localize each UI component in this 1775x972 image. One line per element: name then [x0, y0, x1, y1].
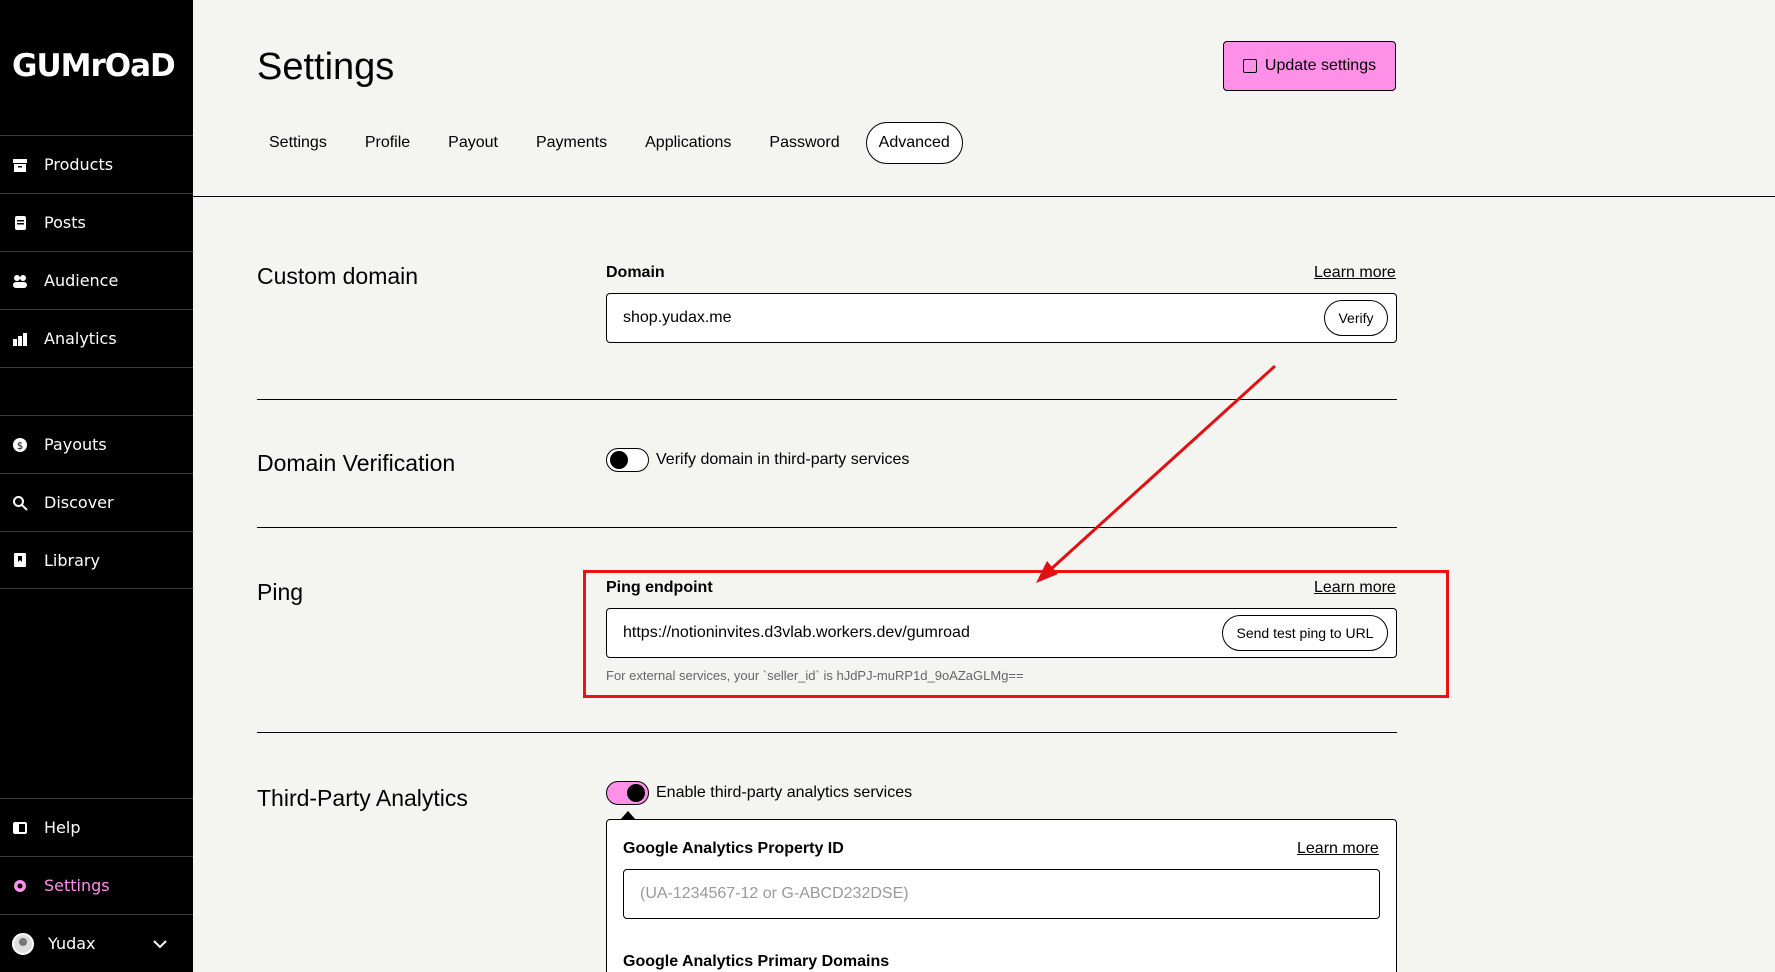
chevron-down-icon[interactable] [153, 934, 167, 953]
settings-tabs: Settings Profile Payout Payments Applica… [257, 122, 977, 164]
sidebar-item-posts[interactable]: Posts [0, 193, 193, 251]
third-party-analytics-label: Enable third-party analytics services [656, 784, 913, 801]
gumroad-logo[interactable]: GUMrOaD [12, 48, 176, 84]
domain-learn-more-link[interactable]: Learn more [1314, 264, 1396, 282]
verify-button[interactable]: Verify [1324, 300, 1388, 336]
verify-domain-label: Verify domain in third-party services [656, 451, 910, 468]
ga-learn-more-link[interactable]: Learn more [1297, 840, 1379, 858]
sidebar-item-audience[interactable]: Audience [0, 251, 193, 309]
ga-property-id-placeholder: (UA-1234567-12 or G-ABCD232DSE) [640, 885, 909, 902]
sidebar-item-payouts[interactable]: $ Payouts [0, 415, 193, 473]
bookmark-icon [12, 552, 28, 568]
save-icon [1242, 59, 1257, 73]
tab-payout[interactable]: Payout [436, 122, 510, 164]
sidebar-item-account[interactable]: Yudax [0, 914, 193, 972]
sidebar-nav: Products Posts Audience Analytics $ Payo… [0, 135, 193, 589]
sidebar-item-products[interactable]: Products [0, 135, 193, 193]
custom-domain-title: Custom domain [257, 263, 419, 289]
toggle-knob [627, 784, 645, 802]
sidebar-item-label: Library [44, 550, 100, 570]
ga-primary-domains-label: Google Analytics Primary Domains [623, 953, 890, 970]
tab-payments[interactable]: Payments [524, 122, 619, 164]
sidebar-item-analytics[interactable]: Analytics [0, 309, 193, 367]
account-name: Yudax [48, 934, 96, 953]
sidebar-item-label: Settings [44, 876, 110, 895]
document-icon [12, 215, 28, 231]
tab-settings[interactable]: Settings [257, 122, 339, 164]
verify-domain-toggle[interactable] [606, 448, 649, 472]
sidebar-item-label: Audience [44, 271, 119, 290]
update-settings-button[interactable]: Update settings [1223, 41, 1396, 91]
search-icon [12, 495, 28, 511]
section-divider [257, 399, 1397, 400]
ping-title: Ping [257, 579, 304, 605]
sidebar: GUMrOaD Products Posts Audience Analytic… [0, 0, 193, 972]
sidebar-item-label: Discover [44, 493, 114, 512]
section-divider [257, 527, 1397, 528]
svg-text:$: $ [17, 441, 23, 452]
page-title: Settings [257, 46, 395, 88]
sidebar-item-label: Products [44, 155, 114, 174]
sidebar-item-label: Payouts [44, 435, 107, 454]
people-icon [12, 273, 28, 289]
sidebar-item-settings[interactable]: Settings [0, 856, 193, 914]
dollar-circle-icon: $ [12, 437, 28, 453]
archive-icon [12, 157, 28, 173]
sidebar-item-discover[interactable]: Discover [0, 473, 193, 531]
toggle-knob [610, 451, 628, 469]
sidebar-item-label: Help [44, 818, 81, 837]
sidebar-item-empty [0, 367, 193, 415]
book-icon [12, 820, 28, 836]
tab-advanced[interactable]: Advanced [865, 122, 963, 164]
domain-input-value: shop.yudax.me [623, 309, 732, 326]
domain-label: Domain [606, 264, 665, 281]
ga-property-id-label: Google Analytics Property ID [623, 840, 844, 857]
tab-password[interactable]: Password [757, 122, 851, 164]
tab-applications[interactable]: Applications [633, 122, 743, 164]
section-divider [257, 732, 1397, 733]
ga-property-id-input[interactable]: (UA-1234567-12 or G-ABCD232DSE) [623, 869, 1380, 919]
sidebar-item-label: Analytics [44, 329, 117, 348]
page-header: Settings Update settings Settings Profil… [193, 0, 1775, 197]
domain-verification-title: Domain Verification [257, 450, 456, 476]
third-party-analytics-title: Third-Party Analytics [257, 785, 468, 811]
gear-icon [12, 878, 28, 894]
google-analytics-panel: Google Analytics Property ID Learn more … [606, 819, 1397, 972]
bar-chart-icon [12, 331, 28, 347]
annotation-highlight-box [583, 570, 1449, 698]
avatar [12, 932, 34, 955]
tab-profile[interactable]: Profile [353, 122, 422, 164]
third-party-analytics-toggle[interactable] [606, 781, 649, 805]
domain-input[interactable]: shop.yudax.me [606, 293, 1397, 343]
sidebar-bottom-nav: Help Settings Yudax [0, 798, 193, 972]
sidebar-item-library[interactable]: Library [0, 531, 193, 589]
update-settings-label: Update settings [1264, 57, 1377, 74]
sidebar-item-help[interactable]: Help [0, 798, 193, 856]
sidebar-item-label: Posts [44, 213, 86, 232]
